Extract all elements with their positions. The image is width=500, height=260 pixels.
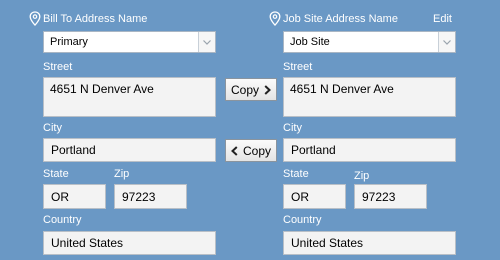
job-site-state-field[interactable]: OR — [283, 184, 346, 209]
job-site-zip-label: Zip — [354, 170, 370, 182]
job-site-state-label: State — [283, 168, 309, 180]
bill-to-street-field[interactable]: 4651 N Denver Ave — [43, 77, 216, 117]
job-site-zip-field[interactable]: 97223 — [354, 184, 427, 209]
bill-to-country-label: Country — [43, 214, 82, 226]
job-site-city-field[interactable]: Portland — [283, 138, 456, 162]
bill-to-city-field[interactable]: Portland — [43, 138, 216, 162]
copy-to-job-site-button[interactable]: Copy — [225, 78, 277, 101]
job-site-street-field[interactable]: 4651 N Denver Ave — [283, 77, 456, 117]
bill-to-address-name-select[interactable]: Primary — [43, 31, 216, 53]
location-pin-icon — [269, 11, 281, 26]
bill-to-zip-field[interactable]: 97223 — [114, 184, 187, 209]
job-site-city-label: City — [283, 122, 302, 134]
chevron-down-icon[interactable] — [198, 32, 215, 52]
chevron-left-icon — [231, 145, 238, 156]
copy-to-job-site-label: Copy — [230, 82, 259, 97]
job-site-country-field[interactable]: United States — [283, 231, 456, 255]
bill-to-street-label: Street — [43, 61, 73, 73]
bill-to-state-field[interactable]: OR — [43, 184, 106, 209]
bill-to-address-name-label: Bill To Address Name — [43, 13, 148, 25]
job-site-street-label: Street — [283, 61, 313, 73]
chevron-down-icon[interactable] — [438, 32, 455, 52]
bill-to-zip-label: Zip — [114, 168, 130, 180]
bill-to-address-name-value: Primary — [50, 36, 88, 48]
chevron-right-icon — [264, 84, 271, 95]
job-site-address-name-value: Job Site — [290, 36, 330, 48]
bill-to-state-label: State — [43, 168, 69, 180]
copy-to-bill-to-label: Copy — [242, 143, 271, 158]
edit-link[interactable]: Edit — [433, 13, 452, 25]
job-site-address-name-label: Job Site Address Name — [283, 13, 398, 25]
bill-to-country-field[interactable]: United States — [43, 231, 216, 255]
job-site-country-label: Country — [283, 214, 322, 226]
location-pin-icon — [29, 11, 41, 26]
bill-to-city-label: City — [43, 122, 62, 134]
job-site-address-name-select[interactable]: Job Site — [283, 31, 456, 53]
copy-to-bill-to-button[interactable]: Copy — [225, 139, 277, 162]
